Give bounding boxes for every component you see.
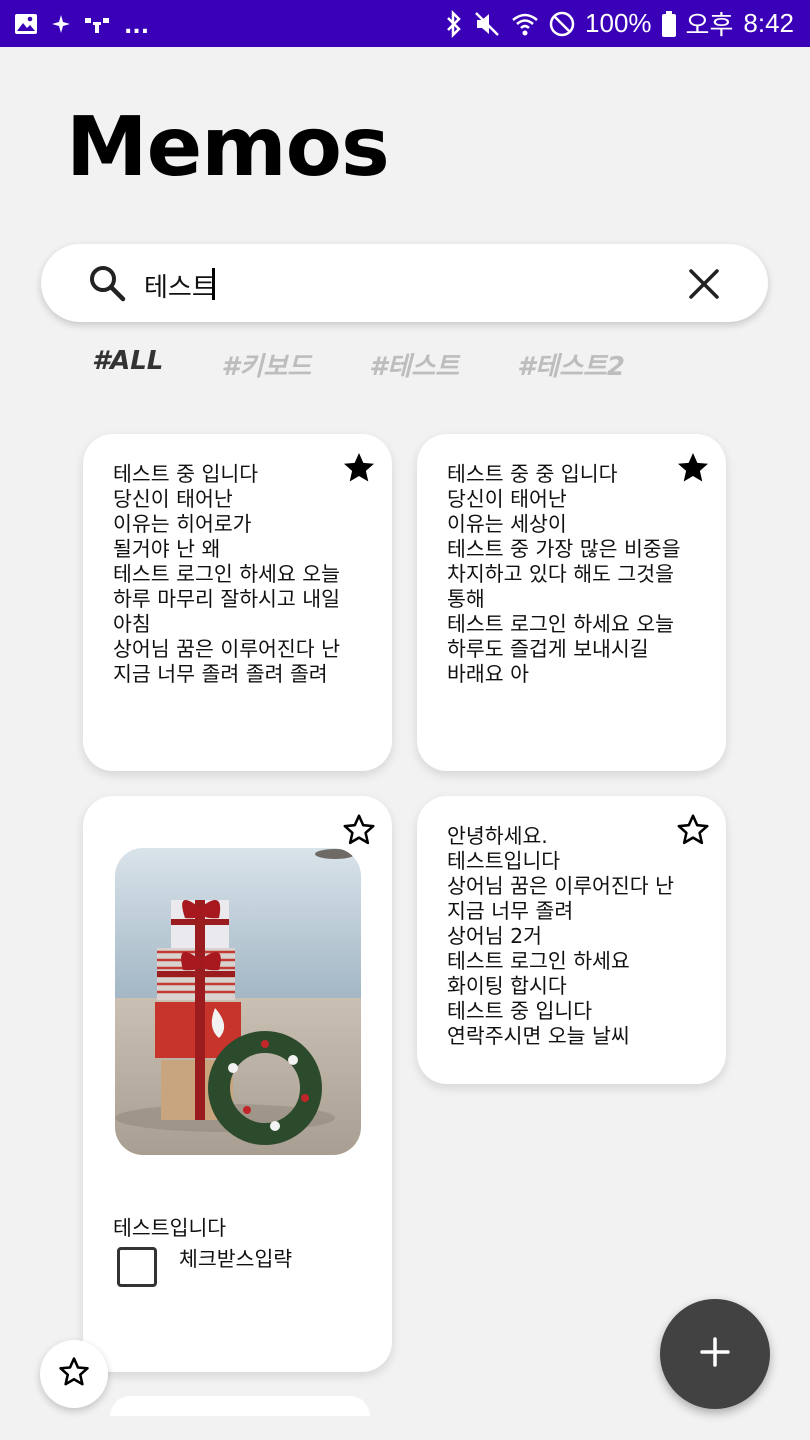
memo-text: 테스트 중 중 입니다 당신이 태어난 이유는 세상이 테스트 중 가장 많은 … [447,462,681,686]
memo-card[interactable]: 테스트 중 입니다 당신이 태어난 이유는 히어로가 될거야 난 왜 테스트 로… [83,434,392,771]
wifi-icon [511,10,539,38]
star-filled-icon[interactable] [675,450,711,486]
text-cursor [212,268,215,300]
clock: 8:42 [743,8,794,38]
gallery-icon [14,12,38,36]
mute-icon [473,10,501,38]
search-input[interactable] [142,262,666,308]
memo-card[interactable]: 테스트 중 중 입니다 당신이 태어난 이유는 세상이 테스트 중 가장 많은 … [417,434,726,771]
battery-percent: 100% [585,8,652,38]
sim-icon [84,14,110,34]
star-filled-icon[interactable] [341,450,377,486]
favorites-filter-button[interactable] [40,1340,108,1408]
memo-card-partial[interactable] [110,1396,370,1416]
star-outline-icon[interactable] [675,812,711,848]
page-title: Memos [66,100,390,195]
tag-test[interactable]: #테스트 [369,346,459,383]
memo-card[interactable]: 테스트입니다 체크받스입략 [83,796,392,1372]
tag-keyboard[interactable]: #키보드 [221,346,311,383]
sparkle-icon [52,14,70,33]
memo-checkbox[interactable] [117,1247,157,1287]
memo-text: 테스트입니다 [113,1216,227,1240]
star-outline-icon [57,1355,91,1393]
time-ampm: 오후 [685,10,734,40]
plus-icon [699,1336,731,1372]
status-bar: ... 100% 오후 8:42 [0,0,810,47]
bluetooth-icon [445,9,463,38]
search-icon [88,264,126,302]
close-icon[interactable] [686,266,722,302]
battery-icon [661,10,676,37]
tag-test2[interactable]: #테스트2 [517,346,625,383]
tag-filter-bar: #ALL #키보드 #테스트 #테스트2 [92,346,625,383]
add-memo-button[interactable] [660,1299,770,1409]
memo-card[interactable]: 안녕하세요. 테스트입니다 상어님 꿈은 이루어진다 난 지금 너무 졸려 상어… [417,796,726,1084]
tag-all[interactable]: #ALL [92,346,163,383]
memo-text: 테스트 중 입니다 당신이 태어난 이유는 히어로가 될거야 난 왜 테스트 로… [113,462,341,686]
checkbox-label: 체크받스입략 [179,1247,293,1271]
star-outline-icon[interactable] [341,812,377,848]
more-dots-icon: ... [124,14,150,39]
memo-photo[interactable] [115,848,361,1155]
memo-text: 안녕하세요. 테스트입니다 상어님 꿈은 이루어진다 난 지금 너무 졸려 상어… [447,824,675,1048]
block-icon [549,11,575,37]
